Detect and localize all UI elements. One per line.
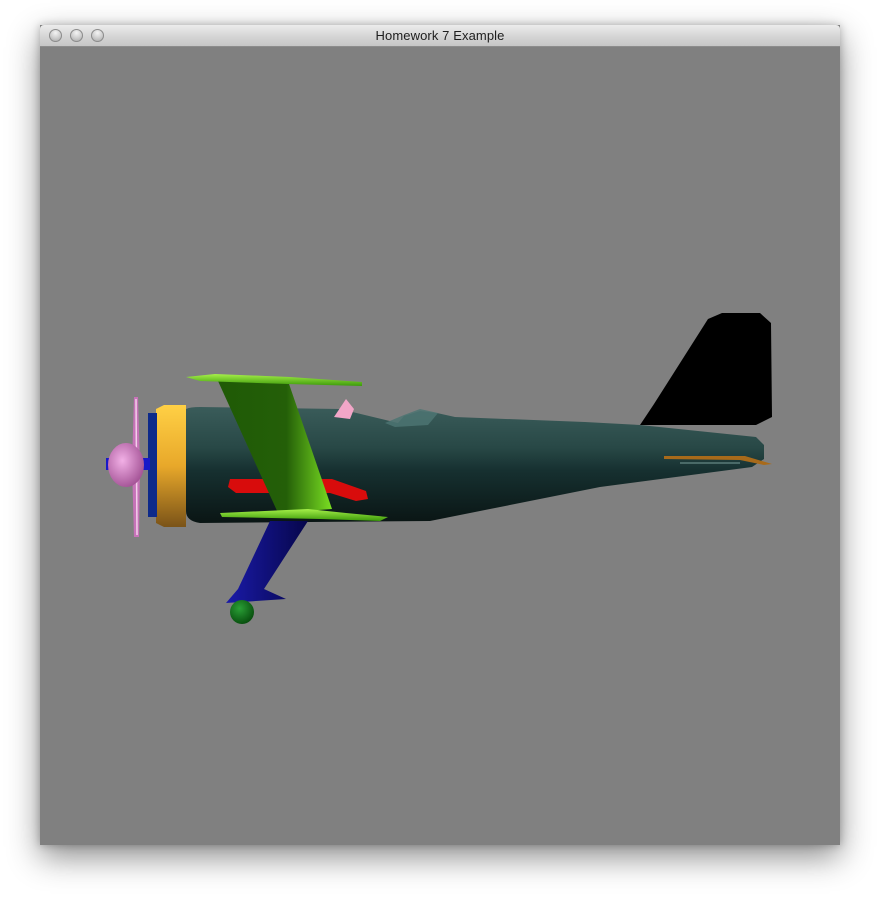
opengl-viewport[interactable] (40, 47, 840, 845)
tail-fin (640, 313, 772, 425)
wheel (230, 600, 254, 624)
desktop: Homework 7 Example (0, 0, 880, 900)
landing-gear-strut (226, 521, 308, 603)
scene-canvas (106, 313, 772, 624)
title-bar[interactable]: Homework 7 Example (40, 25, 840, 47)
engine-cowling (156, 405, 186, 527)
window-title: Homework 7 Example (375, 28, 505, 43)
propeller-hub (108, 443, 144, 487)
app-window: Homework 7 Example (40, 25, 840, 845)
